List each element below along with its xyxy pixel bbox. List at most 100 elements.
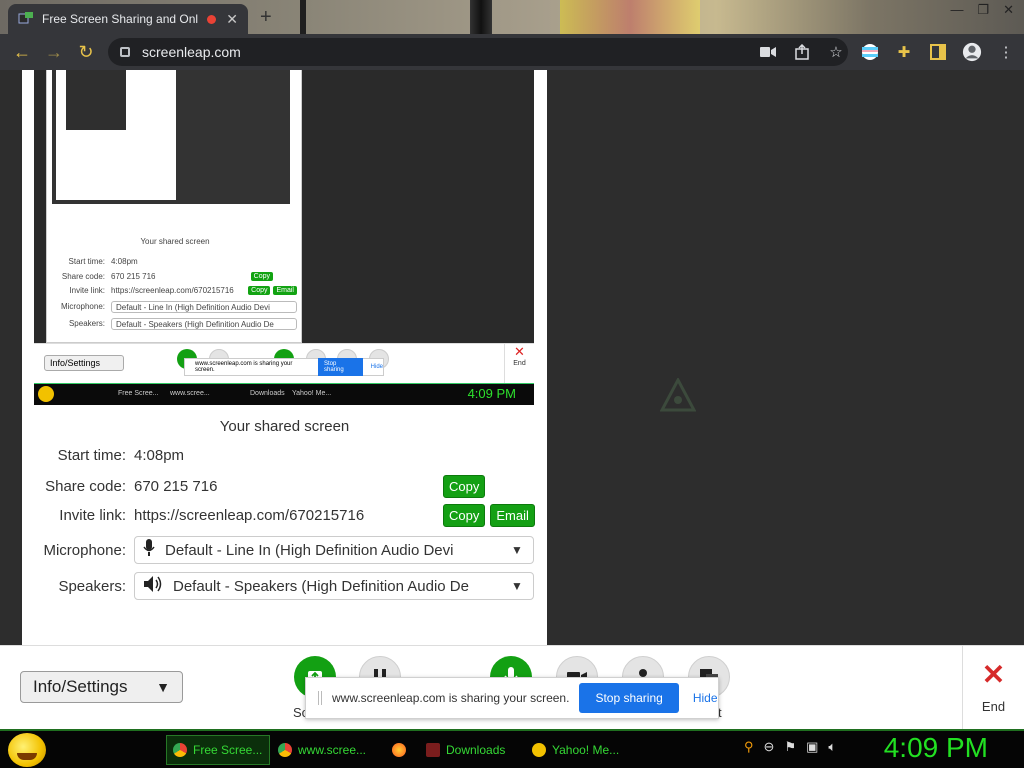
- tab-strip: Free Screen Sharing and Onl ✕ + — ❐ ✕: [0, 0, 1024, 34]
- extensions-icon[interactable]: ✚: [894, 43, 914, 61]
- wallpaper-streak: [300, 0, 306, 34]
- share-code-label: Share code:: [45, 477, 126, 495]
- sharing-notification-text: www.screenleap.com is sharing your scree…: [332, 691, 570, 705]
- wallpaper-streak: [560, 0, 700, 34]
- preview-email-button: Email: [273, 286, 297, 295]
- microphone-select[interactable]: Default - Line In (High Definition Audio…: [134, 536, 534, 564]
- wallpaper-streak: [470, 0, 492, 34]
- volume-icon[interactable]: 🔈︎: [828, 739, 836, 755]
- invite-link-row: Invite link: https://screenleap.com/6702…: [22, 501, 547, 529]
- shared-screen-title: Your shared screen: [219, 418, 350, 435]
- browser-tab[interactable]: Free Screen Sharing and Onl ✕: [8, 4, 248, 34]
- avatar-icon[interactable]: [962, 41, 982, 63]
- recording-indicator-icon: [207, 14, 217, 24]
- profile-flag-icon[interactable]: [860, 43, 880, 61]
- maximize-button[interactable]: ❐: [977, 2, 989, 18]
- speaker-icon: [143, 575, 163, 597]
- microphone-row: Microphone: Default - Line In (High Defi…: [22, 535, 547, 565]
- info-settings-dropdown[interactable]: Info/Settings ▼: [20, 671, 183, 703]
- end-x-icon: ✕: [981, 659, 1006, 690]
- sidepanel-icon[interactable]: [928, 44, 948, 60]
- reload-button[interactable]: ↻: [70, 36, 102, 68]
- star-icon[interactable]: ☆: [826, 43, 846, 61]
- chevron-down-icon: ▼: [511, 543, 523, 557]
- share-code-actions: Copy: [438, 474, 486, 498]
- speakers-select[interactable]: Default - Speakers (High Definition Audi…: [134, 572, 534, 600]
- folder-icon: [426, 743, 440, 757]
- network-icon[interactable]: ▣: [806, 739, 818, 755]
- preview-end: ✕ End: [504, 344, 534, 384]
- microphone-icon: [143, 539, 155, 561]
- session-card: Your shared screen Start time: 4:08pm Sh…: [22, 70, 547, 645]
- start-time-value: 4:08pm: [134, 446, 185, 464]
- system-tray: ⚲ ⊖ ⚑ ▣ 🔈︎: [744, 739, 836, 755]
- preview-share-row: Share code: 670 215 716 Copy: [53, 270, 297, 283]
- share-icon[interactable]: [792, 44, 812, 60]
- url-text: screenleap.com: [142, 44, 241, 60]
- preview-start-icon: [38, 386, 54, 402]
- speakers-row: Speakers: Default - Speakers (High Defin…: [22, 571, 547, 601]
- share-code-row: Share code: 670 215 716 Copy: [22, 472, 547, 500]
- preview-copy-button: Copy: [248, 286, 271, 295]
- info-settings-label: Info/Settings: [33, 677, 128, 696]
- speakers-value: Default - Speakers (High Definition Audi…: [173, 577, 469, 595]
- window-close-button[interactable]: ✕: [1003, 2, 1014, 18]
- preview-start-row: Start time: 4:08pm: [68, 257, 138, 266]
- taskbar-clock[interactable]: 4:09 PM: [884, 732, 988, 764]
- action-center-flag-icon[interactable]: ⚑: [784, 739, 796, 755]
- firefox-icon: [392, 743, 406, 757]
- taskbar-item-yahoo-messenger[interactable]: Yahoo! Me...: [526, 735, 626, 765]
- taskbar-item-chrome-screenleap[interactable]: Free Scree...: [166, 735, 270, 765]
- end-session-button[interactable]: ✕ End: [962, 646, 1024, 730]
- end-label: End: [981, 699, 1006, 714]
- toolbar-icons: ☆ ✚ ⋮: [758, 34, 1016, 70]
- preview-speakers-row: Speakers: Default - Speakers (High Defin…: [53, 317, 297, 330]
- preview-taskbar: Free Scree... www.scree... Downloads Yah…: [34, 383, 534, 405]
- preview-mini-screen: [52, 70, 290, 204]
- search-icon[interactable]: ⚲: [744, 739, 754, 755]
- minus-circle-icon[interactable]: ⊖: [764, 739, 775, 755]
- address-bar[interactable]: screenleap.com: [108, 38, 848, 66]
- chrome-icon: [278, 743, 292, 757]
- preview-control-bar: Info/Settings www.screenleap.com is shar…: [34, 343, 534, 384]
- chevron-down-icon: ▼: [511, 579, 523, 593]
- back-button[interactable]: ←: [6, 36, 38, 68]
- microphone-label: Microphone:: [43, 541, 126, 559]
- speakers-label: Speakers:: [58, 577, 126, 595]
- invite-link-label: Invite link:: [59, 506, 126, 524]
- tab-close-icon[interactable]: ✕: [226, 11, 238, 28]
- copy-invite-link-button[interactable]: Copy: [443, 503, 486, 527]
- email-invite-button[interactable]: Email: [490, 503, 535, 527]
- forward-button[interactable]: →: [38, 36, 70, 68]
- desktop-triangle-icon: [659, 376, 697, 414]
- shared-screen-preview: Your shared screen Start time: 4:08pm Sh…: [34, 70, 534, 405]
- start-button-icon[interactable]: [8, 733, 46, 767]
- preview-card: Your shared screen Start time: 4:08pm Sh…: [46, 70, 302, 343]
- invite-link-actions: Copy Email: [438, 503, 535, 527]
- preview-mini-card: [56, 70, 176, 200]
- lock-icon: [120, 47, 130, 57]
- os-taskbar: Free Scree... www.scree... Downloads Yah…: [0, 729, 1024, 768]
- new-tab-button[interactable]: +: [260, 6, 272, 29]
- chevron-down-icon: ▼: [156, 679, 170, 695]
- drag-handle-icon[interactable]: [318, 691, 322, 705]
- sharing-notification: www.screenleap.com is sharing your scree…: [305, 677, 719, 719]
- tab-title: Free Screen Sharing and Onl: [42, 12, 199, 26]
- hide-notification-link[interactable]: Hide: [693, 691, 718, 705]
- preview-shared-title: Your shared screen: [140, 237, 210, 246]
- preview-mini-thumbnail: [66, 70, 126, 130]
- menu-icon[interactable]: ⋮: [996, 43, 1016, 61]
- preview-copy-button: Copy: [250, 272, 273, 281]
- smiley-icon: [532, 743, 546, 757]
- preview-mic-row: Microphone: Default - Line In (High Defi…: [53, 300, 297, 313]
- preview-info-settings: Info/Settings: [44, 355, 124, 371]
- minimize-button[interactable]: —: [950, 2, 963, 18]
- taskbar-item-firefox[interactable]: [386, 735, 416, 765]
- taskbar-item-downloads[interactable]: Downloads: [420, 735, 520, 765]
- preview-notification: www.screenleap.com is sharing your scree…: [184, 358, 384, 376]
- taskbar-item-chrome-2[interactable]: www.scree...: [272, 735, 372, 765]
- camera-icon[interactable]: [758, 46, 778, 58]
- stop-sharing-button[interactable]: Stop sharing: [579, 683, 679, 713]
- start-time-row: Start time: 4:08pm: [22, 441, 547, 469]
- copy-share-code-button[interactable]: Copy: [443, 474, 486, 498]
